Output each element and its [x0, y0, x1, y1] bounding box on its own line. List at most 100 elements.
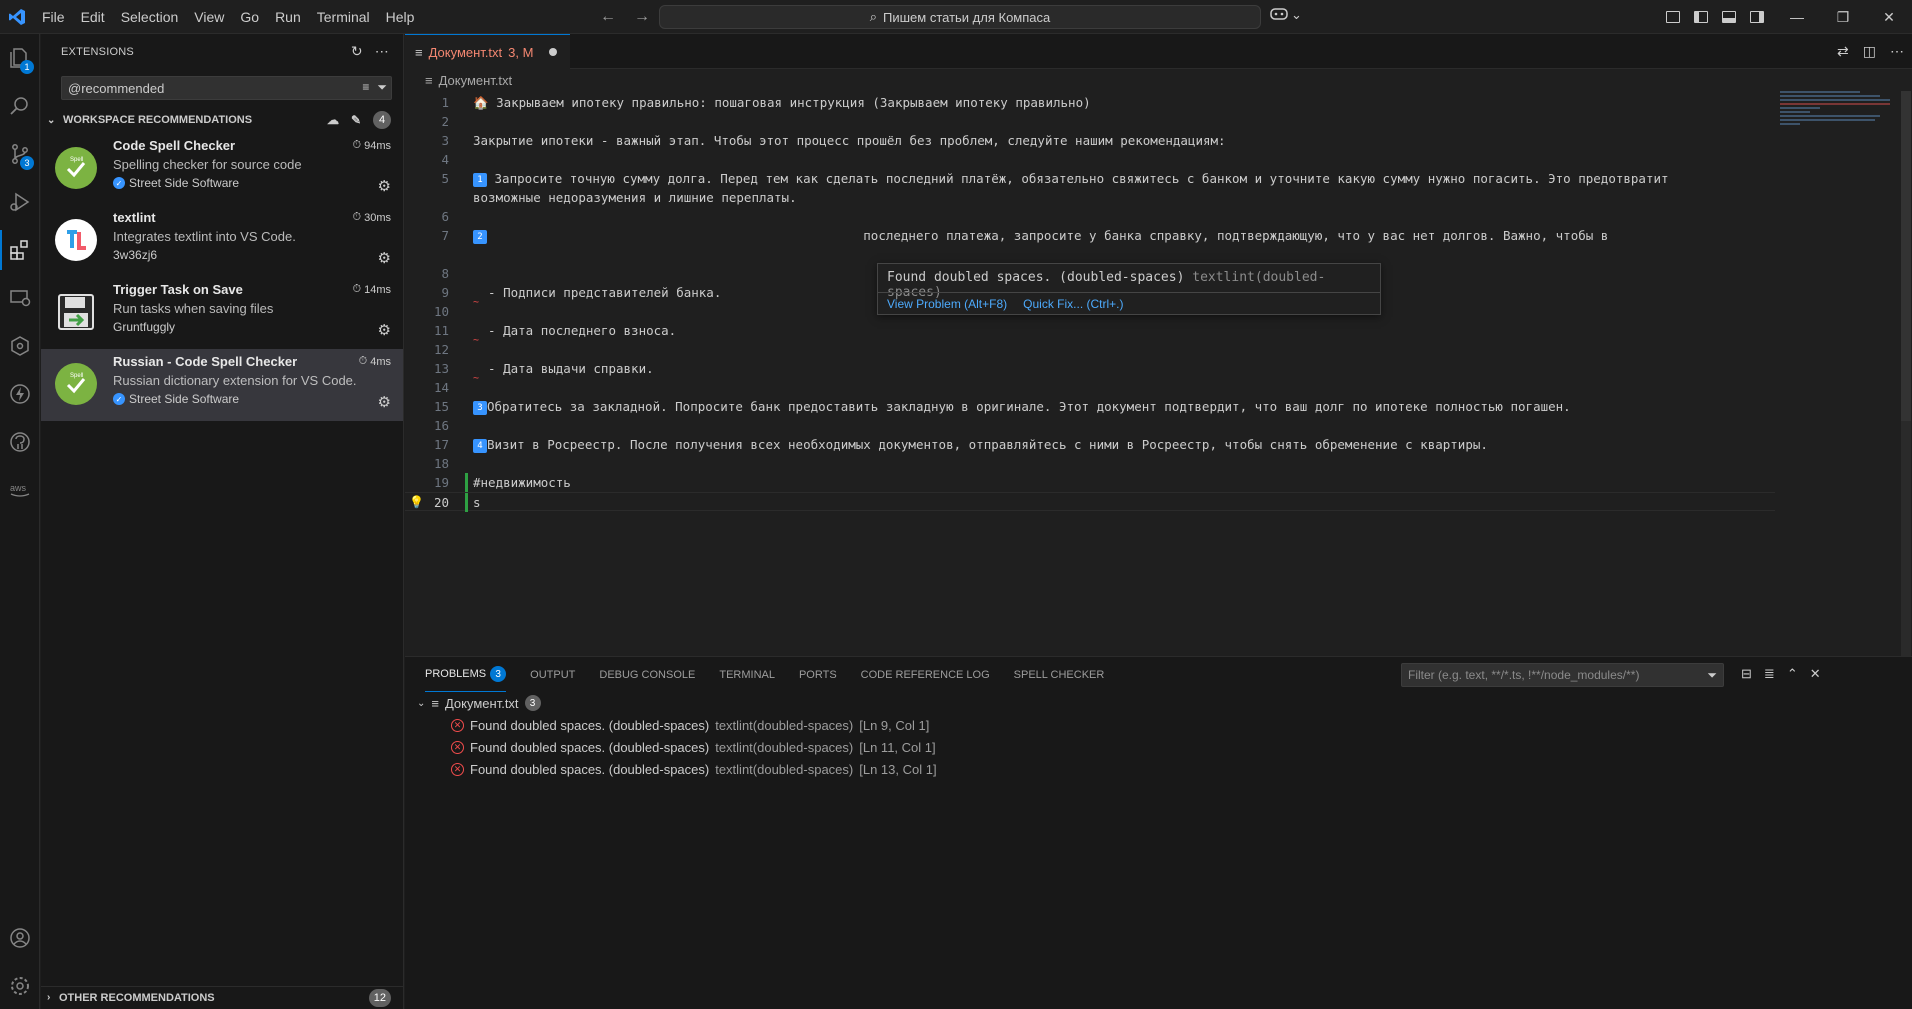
toggle-primary-sidebar-icon[interactable] — [1694, 11, 1708, 23]
problem-row[interactable]: ✕ Found doubled spaces. (doubled-spaces)… — [405, 736, 1912, 758]
hexagon-extension-icon[interactable] — [0, 326, 40, 366]
menu-edit[interactable]: Edit — [73, 0, 113, 34]
tab-problems[interactable]: PROBLEMS 3 — [425, 657, 507, 692]
run-debug-icon[interactable] — [0, 182, 40, 222]
aws-icon[interactable]: aws — [0, 470, 40, 510]
maximize-panel-icon[interactable]: ⌃ — [1787, 666, 1798, 682]
extension-item[interactable]: Spell Code Spell Checker Spelling checke… — [41, 133, 403, 205]
extension-item[interactable]: Spell Russian - Code Spell Checker Russi… — [41, 349, 403, 421]
explorer-icon[interactable]: 1 — [0, 38, 40, 78]
workspace-recommendations-header[interactable]: ⌄ WORKSPACE RECOMMENDATIONS ☁ ✎ 4 — [41, 109, 403, 131]
forward-arrow-icon[interactable]: → — [634, 8, 650, 26]
svg-text:aws: aws — [10, 483, 27, 493]
view-as-tree-icon[interactable]: ≣ — [1764, 666, 1775, 682]
line-number: 13 — [433, 361, 449, 376]
line-number: 7 — [441, 228, 449, 243]
manage-gear-icon[interactable]: ⚙ — [378, 177, 391, 195]
editor-scrollbar[interactable] — [1901, 91, 1911, 656]
extension-item[interactable]: Trigger Task on Save Run tasks when savi… — [41, 277, 403, 349]
modified-gutter-marker — [465, 493, 468, 512]
problem-message: Found doubled spaces. (doubled-spaces) — [470, 761, 710, 777]
file-text-icon: ≡ — [425, 72, 433, 88]
minimap[interactable] — [1780, 91, 1895, 151]
extensions-search-input[interactable]: @recommended ≡ ⏷ — [61, 76, 392, 100]
menu-terminal[interactable]: Terminal — [309, 0, 378, 34]
code-line: 7 2 последнего платежа, запросите у банка… — [405, 226, 1775, 245]
refresh-icon[interactable]: ↻ — [351, 43, 363, 60]
customize-layout-icon[interactable] — [1666, 11, 1680, 23]
toggle-secondary-sidebar-icon[interactable] — [1750, 11, 1764, 23]
extension-description: Run tasks when saving files — [113, 301, 274, 316]
extension-publisher: ✓ Street Side Software — [113, 176, 239, 190]
clear-filter-icon[interactable]: ≡ — [362, 80, 369, 95]
manage-gear-icon[interactable]: ⚙ — [378, 393, 391, 411]
menu-view[interactable]: View — [186, 0, 232, 34]
textlint-logo-icon — [55, 219, 97, 261]
extension-name: textlint — [113, 210, 156, 225]
manage-gear-icon[interactable] — [0, 966, 40, 1006]
unsaved-dot-icon[interactable] — [549, 48, 558, 56]
accounts-icon[interactable] — [0, 918, 40, 958]
compare-changes-icon[interactable]: ⇄ — [1837, 43, 1849, 60]
section-title: WORKSPACE RECOMMENDATIONS — [63, 114, 253, 126]
lightning-icon[interactable] — [0, 374, 40, 414]
publisher-name: Gruntfuggly — [113, 320, 176, 334]
problems-file-name: Документ.txt — [444, 695, 519, 711]
line-number: 6 — [441, 209, 449, 224]
manage-gear-icon[interactable]: ⚙ — [378, 321, 391, 339]
chevron-down-icon: ⌄ — [417, 697, 426, 709]
filter-icon[interactable]: ⏷ — [1707, 668, 1717, 683]
line-number: 18 — [433, 456, 449, 471]
problem-row[interactable]: ✕ Found doubled spaces. (doubled-spaces)… — [405, 714, 1912, 736]
trigger-task-floppy-icon — [55, 291, 97, 333]
tab-document[interactable]: ≡ Документ.txt 3, M — [405, 34, 570, 69]
view-problem-link[interactable]: View Problem (Alt+F8) — [887, 297, 1007, 311]
menu-file[interactable]: File — [34, 0, 73, 34]
source-control-icon[interactable]: 3 — [0, 134, 40, 174]
breadcrumb-file[interactable]: Документ.txt — [439, 73, 513, 88]
tab-debug-console[interactable]: DEBUG CONSOLE — [599, 657, 695, 692]
minimize-icon[interactable]: — — [1774, 0, 1820, 34]
toggle-panel-icon[interactable] — [1722, 11, 1736, 23]
problem-row[interactable]: ✕ Found doubled spaces. (doubled-spaces)… — [405, 758, 1912, 780]
problems-file-group[interactable]: ⌄ ≡ Документ.txt 3 — [405, 692, 1912, 714]
close-panel-icon[interactable]: ✕ — [1810, 666, 1821, 682]
menu-run[interactable]: Run — [267, 0, 309, 34]
back-arrow-icon[interactable]: ← — [600, 8, 616, 26]
filter-icon[interactable]: ⏷ — [377, 80, 387, 95]
edit-pencil-icon[interactable]: ✎ — [351, 113, 361, 127]
copilot-button[interactable]: ⌄ — [1270, 6, 1302, 23]
more-actions-icon[interactable]: ⋯ — [1890, 43, 1904, 60]
scrollbar-thumb[interactable] — [1901, 91, 1911, 421]
problem-location: [Ln 11, Col 1] — [859, 739, 936, 755]
manage-gear-icon[interactable]: ⚙ — [378, 249, 391, 267]
extension-item[interactable]: textlint Integrates textlint into VS Cod… — [41, 205, 403, 277]
menu-go[interactable]: Go — [232, 0, 267, 34]
remote-explorer-icon[interactable] — [0, 278, 40, 318]
problems-filter-input[interactable]: Filter (e.g. text, **/*.ts, !**/node_mod… — [1401, 663, 1724, 687]
tab-output[interactable]: OUTPUT — [530, 657, 575, 692]
bottom-panel: PROBLEMS 3 OUTPUT DEBUG CONSOLE TERMINAL… — [405, 656, 1912, 1009]
other-recommendations-header[interactable]: › OTHER RECOMMENDATIONS 12 — [41, 986, 403, 1008]
restore-icon[interactable]: ❐ — [1820, 0, 1866, 34]
more-actions-icon[interactable]: ⋯ — [375, 43, 389, 60]
split-editor-icon[interactable]: ◫ — [1863, 43, 1876, 60]
install-cloud-icon[interactable]: ☁ — [327, 113, 339, 127]
search-icon[interactable] — [0, 86, 40, 126]
minimap-line — [1780, 119, 1875, 121]
command-center[interactable]: ⌕ Пишем статьи для Компаса — [659, 5, 1261, 29]
tab-ports[interactable]: PORTS — [799, 657, 837, 692]
menu-selection[interactable]: Selection — [113, 0, 187, 34]
activation-time-value: 4ms — [370, 355, 391, 368]
tab-spell-checker[interactable]: SPELL CHECKER — [1014, 657, 1105, 692]
tab-terminal[interactable]: TERMINAL — [719, 657, 775, 692]
collapse-all-icon[interactable]: ⊟ — [1741, 666, 1752, 682]
tab-code-reference-log[interactable]: CODE REFERENCE LOG — [861, 657, 990, 692]
extension-publisher: ✓ Street Side Software — [113, 392, 239, 406]
menu-help[interactable]: Help — [378, 0, 423, 34]
quick-fix-link[interactable]: Quick Fix... (Ctrl+.) — [1023, 297, 1123, 311]
close-icon[interactable]: ✕ — [1866, 0, 1912, 34]
activity-bar: 1 3 aws — [0, 34, 40, 1009]
github-icon[interactable] — [0, 422, 40, 462]
extensions-icon[interactable] — [0, 230, 40, 270]
